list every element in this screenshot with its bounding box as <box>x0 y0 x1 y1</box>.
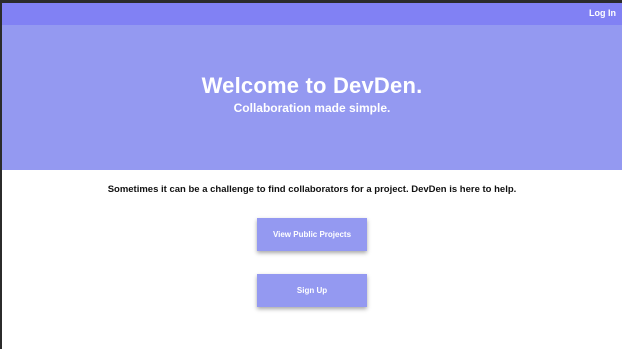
view-public-projects-button[interactable]: View Public Projects <box>257 218 367 251</box>
top-nav-bar: Log In <box>2 3 622 25</box>
hero-title: Welcome to DevDen. <box>201 73 423 98</box>
sign-up-button[interactable]: Sign Up <box>257 274 367 307</box>
hero-subtitle: Collaboration made simple. <box>233 101 391 115</box>
page: Log In Welcome to DevDen. Collaboration … <box>2 3 622 349</box>
intro-text: Sometimes it can be a challenge to find … <box>107 184 517 195</box>
login-link[interactable]: Log In <box>589 8 616 18</box>
hero-banner: Welcome to DevDen. Collaboration made si… <box>2 25 622 170</box>
